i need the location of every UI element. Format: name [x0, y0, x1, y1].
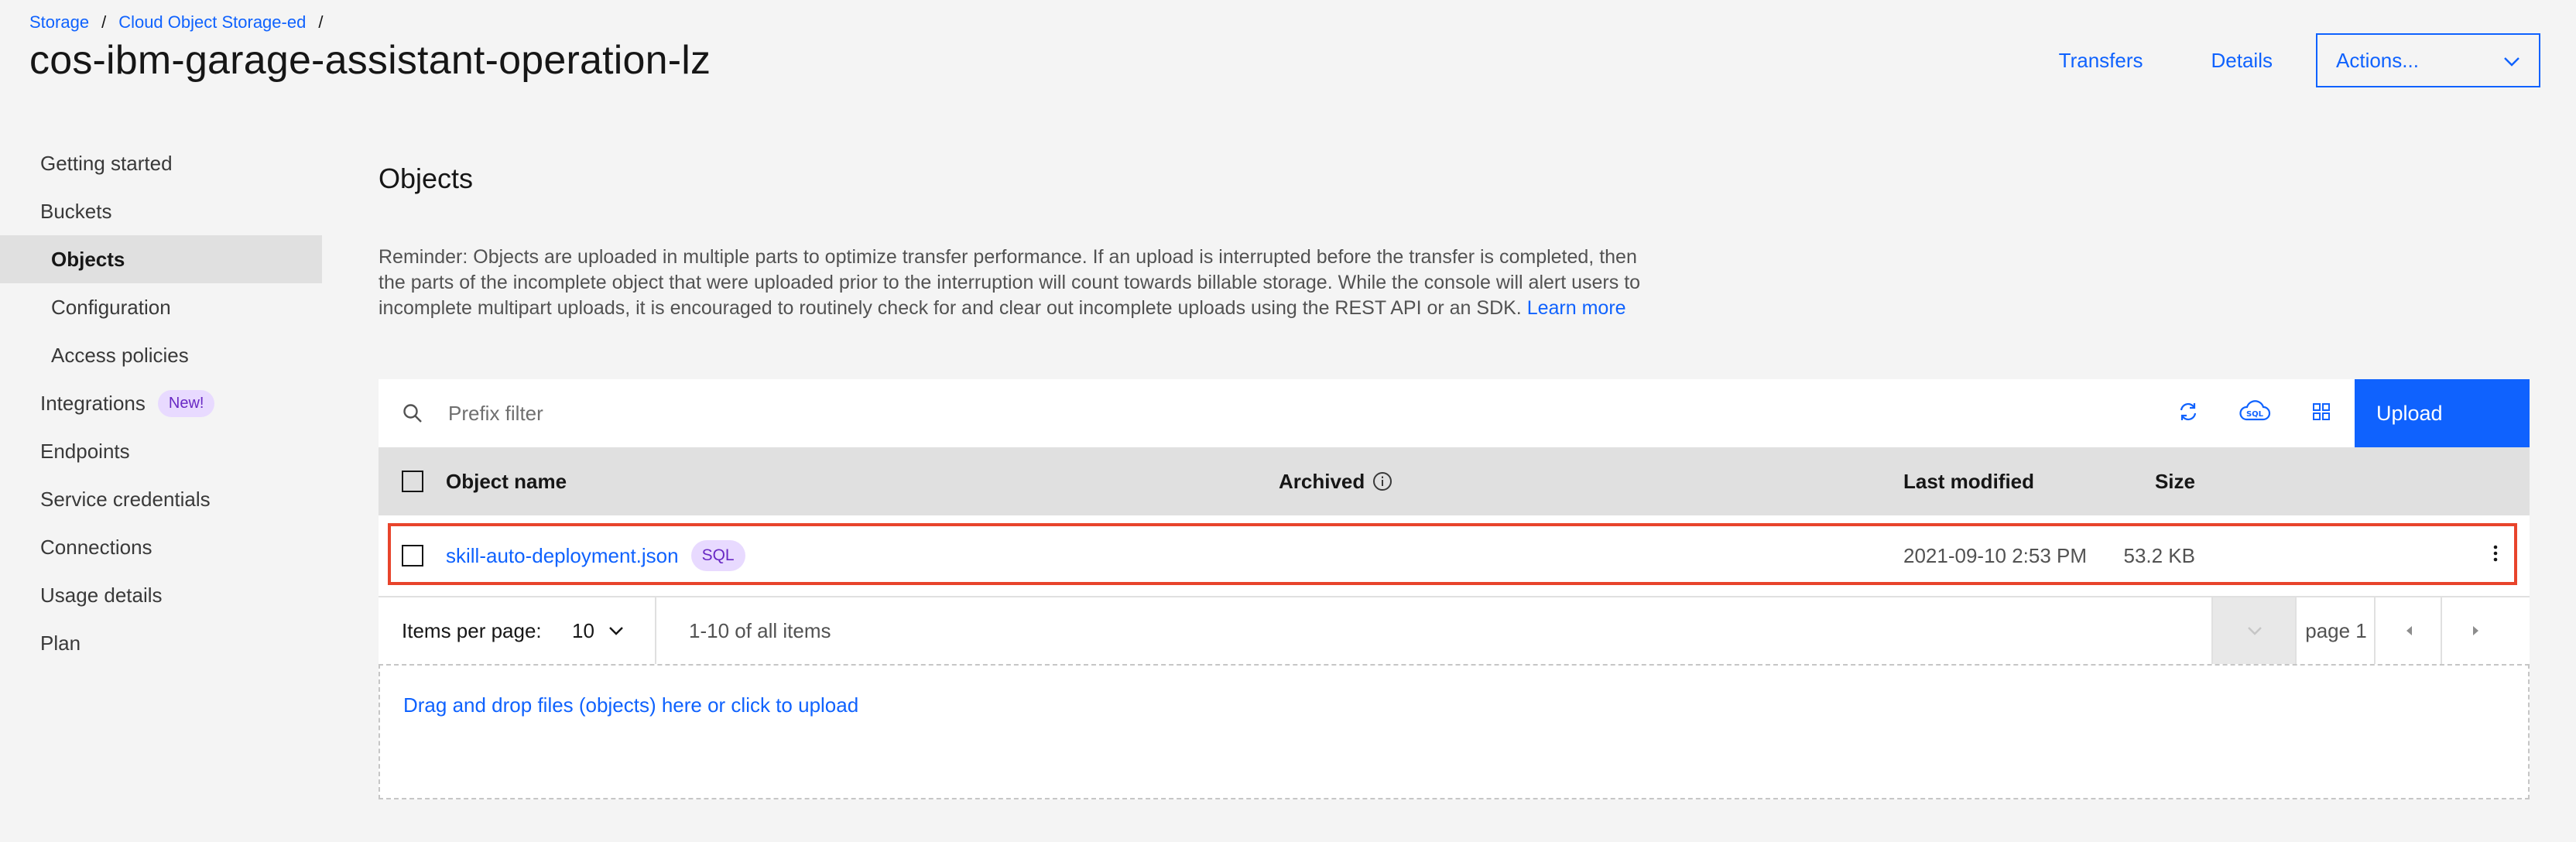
sidebar-item-label: Integrations — [40, 391, 146, 415]
items-range-text: 1-10 of all items — [655, 597, 831, 664]
page-label: page 1 — [2295, 597, 2376, 664]
sidebar-item-label: Configuration — [51, 295, 171, 319]
table-header: Object name Archived Size Last modified — [379, 447, 2530, 515]
svg-text:SQL: SQL — [2246, 410, 2264, 419]
select-all-checkbox[interactable] — [402, 471, 423, 492]
transfers-link[interactable]: Transfers — [2025, 49, 2177, 73]
cloud-sql-icon: SQL — [2239, 399, 2271, 428]
chevron-down-icon — [2247, 626, 2263, 635]
actions-dropdown[interactable]: Actions... — [2316, 33, 2540, 87]
grid-icon — [2311, 402, 2331, 426]
upload-button[interactable]: Upload — [2355, 379, 2530, 447]
sidebar-item-usage-details[interactable]: Usage details — [0, 571, 322, 619]
page-title: cos-ibm-garage-assistant-operation-lz — [29, 38, 711, 83]
learn-more-link[interactable]: Learn more — [1527, 297, 1626, 319]
dropzone-text: Drag and drop files (objects) here or cl… — [403, 693, 859, 717]
sidebar-item-access-policies[interactable]: Access policies — [0, 331, 322, 379]
reminder-text: Reminder: Objects are uploaded in multip… — [379, 246, 1641, 319]
column-header-archived-label: Archived — [1279, 469, 1365, 493]
sidebar-item-objects[interactable]: Objects — [0, 235, 322, 283]
new-badge: New! — [157, 389, 215, 417]
items-per-page-label: Items per page: — [402, 618, 542, 642]
previous-page-button[interactable] — [2374, 597, 2442, 664]
sql-tag[interactable]: SQL — [690, 540, 745, 571]
table-row[interactable]: skill-auto-deployment.json SQL 53.2 KB 2… — [379, 515, 2530, 596]
sidebar-item-buckets[interactable]: Buckets — [0, 187, 322, 235]
breadcrumb-storage-link[interactable]: Storage — [29, 12, 89, 33]
sidebar-item-label: Connections — [40, 535, 152, 559]
object-last-modified: 2021-09-10 2:53 PM — [1903, 543, 2088, 567]
object-name-link[interactable]: skill-auto-deployment.json — [446, 544, 679, 568]
chevron-down-icon — [2503, 49, 2520, 73]
column-header-size[interactable]: Size — [2155, 447, 2195, 515]
sidebar-item-label: Getting started — [40, 151, 173, 175]
search-icon — [379, 402, 447, 424]
prefix-filter-input[interactable] — [447, 378, 2155, 448]
breadcrumb-separator: / — [318, 12, 324, 32]
sidebar-item-service-credentials[interactable]: Service credentials — [0, 475, 322, 523]
table-toolbar: SQL Upload — [379, 378, 2530, 448]
sidebar-item-configuration[interactable]: Configuration — [0, 283, 322, 331]
actions-dropdown-label: Actions... — [2336, 48, 2419, 72]
overflow-menu-button[interactable] — [2492, 515, 2499, 596]
column-header-name[interactable]: Object name — [446, 447, 567, 515]
items-per-page-select[interactable]: 10 — [572, 597, 624, 664]
upload-dropzone[interactable]: Drag and drop files (objects) here or cl… — [379, 664, 2530, 799]
breadcrumb-separator: / — [101, 12, 107, 32]
header-actions: Transfers Details Actions... — [2025, 33, 2540, 88]
sidebar-item-label: Endpoints — [40, 439, 130, 463]
refresh-button[interactable] — [2155, 379, 2221, 447]
section-title: Objects — [379, 163, 474, 194]
next-page-button[interactable] — [2441, 597, 2510, 664]
sidebar-item-label: Buckets — [40, 199, 112, 223]
details-link[interactable]: Details — [2177, 49, 2307, 73]
row-checkbox[interactable] — [402, 545, 423, 566]
caret-left-icon — [2405, 625, 2413, 636]
breadcrumb-cloud-object-storage-link[interactable]: Cloud Object Storage-ed — [118, 12, 306, 33]
sidebar-item-label: Plan — [40, 631, 81, 655]
overflow-menu-icon — [2492, 544, 2499, 568]
sidebar-item-integrations[interactable]: Integrations New! — [0, 379, 322, 427]
sql-query-button[interactable]: SQL — [2221, 379, 2288, 447]
object-name-cell: skill-auto-deployment.json SQL — [446, 515, 745, 596]
column-header-last-modified[interactable]: Last modified — [1903, 447, 2034, 515]
select-all-cell — [402, 447, 423, 515]
row-select-cell — [402, 515, 423, 596]
info-icon[interactable] — [1372, 471, 1392, 491]
sidebar-item-label: Service credentials — [40, 487, 211, 511]
breadcrumb: Storage / Cloud Object Storage-ed / — [29, 11, 335, 34]
refresh-icon — [2177, 400, 2200, 427]
pagination-bar: Items per page: 10 1-10 of all items pag… — [379, 596, 2530, 664]
sidebar-nav: Getting started Buckets Objects Configur… — [0, 139, 322, 667]
grid-view-button[interactable] — [2288, 379, 2355, 447]
sidebar-item-label: Usage details — [40, 583, 163, 607]
caret-right-icon — [2472, 625, 2480, 636]
sidebar-item-endpoints[interactable]: Endpoints — [0, 427, 322, 475]
sidebar-item-label: Access policies — [51, 343, 189, 367]
sidebar-item-label: Objects — [51, 247, 125, 271]
items-per-page-value: 10 — [572, 618, 594, 642]
chevron-down-icon — [608, 626, 624, 635]
object-size: 53.2 KB — [2123, 543, 2195, 567]
page-select[interactable] — [2211, 597, 2297, 664]
reminder-notice: Reminder: Objects are uploaded in multip… — [379, 245, 1656, 321]
sidebar-item-plan[interactable]: Plan — [0, 619, 322, 667]
column-header-archived[interactable]: Archived — [1279, 447, 1392, 515]
sidebar-item-getting-started[interactable]: Getting started — [0, 139, 322, 187]
sidebar-item-connections[interactable]: Connections — [0, 523, 322, 571]
